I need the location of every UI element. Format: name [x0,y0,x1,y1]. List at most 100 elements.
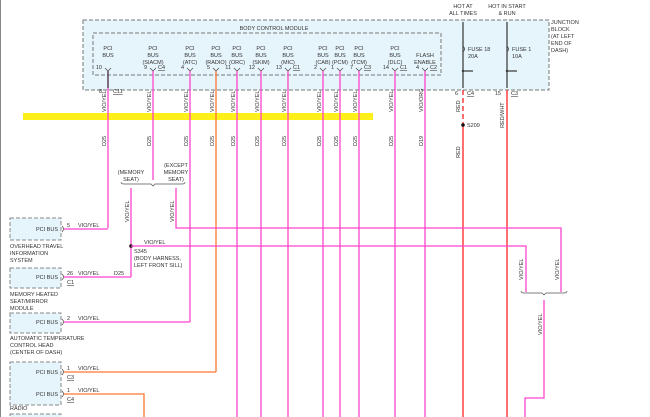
pin-label: (ATC) [183,60,197,66]
fuse-label: 20A [468,54,478,60]
pin-label: PCI [318,46,328,52]
pin-label: BUS [353,53,365,59]
wire-color-label: VIO/YEL [147,91,153,112]
pin-label: PCI [335,46,345,52]
pin-label: BUS [231,53,243,59]
circuit-label: D25 [231,136,237,146]
circuit-label: D25 [334,136,340,146]
pin-label: (CAB) [316,60,331,66]
circuit-label: D25 [282,136,288,146]
pin-number: 7 [350,65,353,71]
circuit-label: D25 [255,136,261,146]
connector-label: C1 [293,65,300,71]
connector-label: C3 [364,65,371,71]
wire-color-label: RED [456,146,462,158]
pci-bus-label: PCI BUS [36,320,58,326]
pin-label: (PCM) [332,60,348,66]
pin-number: 13 [276,65,282,71]
pin-label: PCI [148,46,158,52]
except-memory-seat-wire [175,188,562,292]
circuit-label: D25 [210,136,216,146]
pin-connector-icon [61,368,64,376]
pin-number: 1 [67,366,70,372]
junction-block-label: END OF [551,41,572,47]
wire-color-label: VIO/ORG [419,88,425,112]
memory-seat-label: SEAT) [123,177,139,183]
pin-label: BUS [210,53,222,59]
pin-label: PCI [211,46,221,52]
junction-block-label: DASH) [551,48,568,54]
pin-connector-icon [61,390,64,398]
splice-label: (BODY HARNESS, [134,256,181,262]
wire-color-label: VIO/YEL [78,271,99,277]
pin-number: 5 [207,65,210,71]
module-name: CONTROL HEAD [10,343,54,349]
circuit-label: D25 [389,136,395,146]
wire-color-label: VIO/YEL [78,388,99,394]
wire-color-label: VIO/YEL [255,91,261,112]
pin-number: 4 [181,65,184,71]
pin-label: BUS [102,53,114,59]
pin-label: PCI [390,46,400,52]
pin-label: (SKIM) [252,60,269,66]
circuit-label: D25 [317,136,323,146]
module-name: AUTOMATIC TEMPERATURE [10,336,85,342]
module-box [9,361,62,406]
wire-color-label: VIO/YEL [353,91,359,112]
wire-color-label: VIO/YEL [519,259,525,280]
fuse-label: FUSE 18 [468,47,490,53]
wire-color-label: VIO/YEL [125,201,131,222]
pin-connector-icon [61,225,64,233]
connector-label: C1 [67,280,74,286]
pin-label: BUS [282,53,294,59]
pin-number: 5 [67,223,70,229]
pin-connector-icon [61,273,64,281]
circuit-label: D25 [184,136,190,146]
module-name: MODULE [10,306,34,312]
wiring-diagram: BODY CONTROL MODULE JUNCTIONBLOCK(AT LEFT… [9,4,579,417]
connector-label: C3 [511,91,518,97]
connector-label: C4 [158,65,165,71]
pin-label: (ORC) [229,60,245,66]
module-name: INFORMATION [10,251,48,257]
splice-label: LEFT FRONT SILL) [134,263,183,269]
pin-number: 2 [67,316,70,322]
pin-number: 6 [455,91,458,97]
pin-number: 1 [331,65,334,71]
pin-label: BUS [389,53,401,59]
pci-bus-label: PCI BUS [36,392,58,398]
fuse-label: 10A [512,54,522,60]
pin-label: PCI [103,46,113,52]
module-wire [64,393,145,417]
highlighter-mark [23,113,373,120]
connector-label: C1 [400,65,407,71]
connector-label: C4 [67,397,74,403]
connector-label: C3 [67,375,74,381]
wire-color-label: VIO/YEL [78,366,99,372]
splice-label: S345 [134,249,147,255]
wire-color-label: VIO/YEL [334,91,340,112]
junction-block-label: JUNCTION [551,20,579,26]
wire-color-label: VIO/YEL [231,91,237,112]
pci-bus-label: PCI BUS [36,275,58,281]
splice-s209-dot [461,123,465,127]
split-brace [520,290,568,296]
pin-number: 10 [96,65,102,71]
wire-color-label: VIO/YEL [78,316,99,322]
except-memory-seat-label: (EXCEPT [164,163,188,169]
wire-color-label: RED [456,100,462,112]
fuse-label: FUSE 1 [512,47,531,53]
pin-number: 11 [225,65,231,71]
circuit-label: D19 [419,136,425,146]
circuit-label: D25 [102,136,108,146]
pin-number: 15 [495,91,501,97]
module-name: OVERHEAD TRAVEL [10,244,63,250]
pin-label: BUS [255,53,267,59]
pin-label: PCI [256,46,266,52]
junction-block-label: (AT LEFT [551,34,575,40]
pin-number: 1 [67,388,70,394]
pci-bus-label: PCI BUS [36,370,58,376]
memory-seat-label: (MEMORY [118,170,145,176]
pin-number: 12 [249,65,255,71]
wire-color-label: VIO/YEL [389,91,395,112]
